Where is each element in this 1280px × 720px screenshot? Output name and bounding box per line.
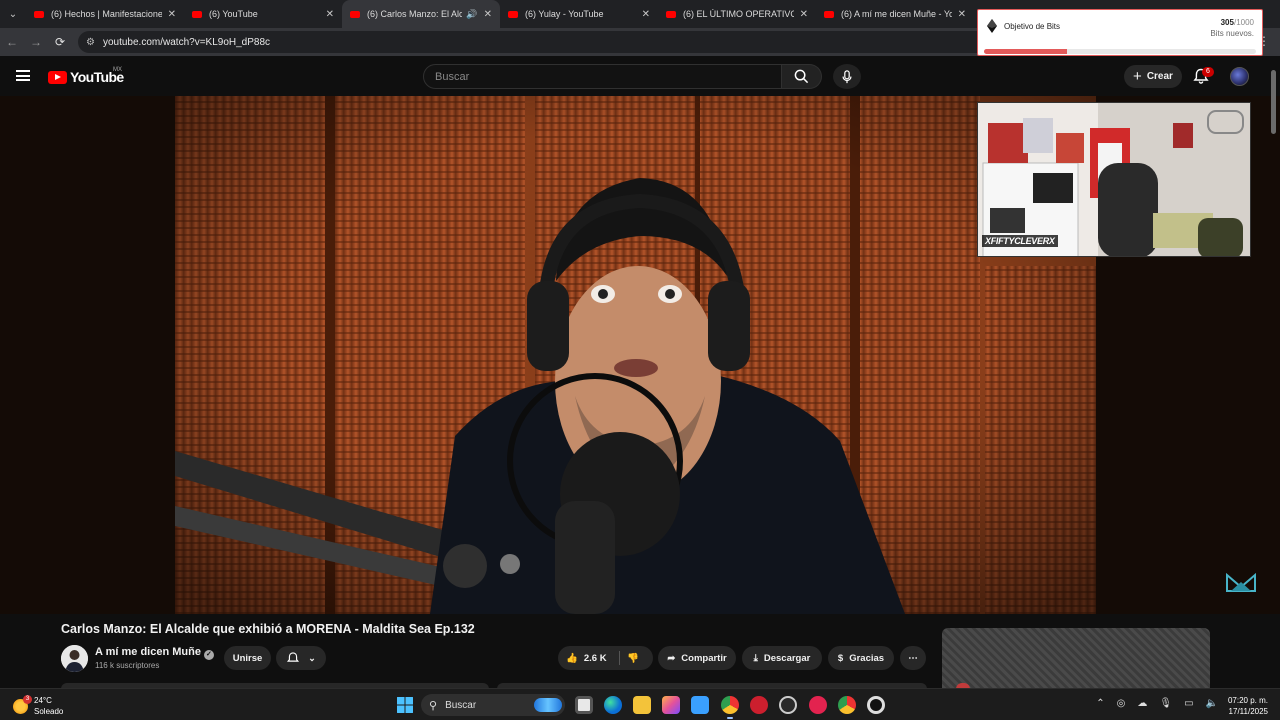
obs-tray-icon[interactable]: ◎ xyxy=(1117,698,1126,709)
chevron-down-icon: ⌄ xyxy=(308,652,316,663)
video-title: Carlos Manzo: El Alcalde que exhibió a M… xyxy=(61,622,475,636)
webcam-username-tag: XFIFTYCLEVERX xyxy=(982,235,1058,247)
sidebar-card-thumbnail[interactable] xyxy=(942,628,1210,689)
close-tab-icon[interactable]: ✕ xyxy=(958,9,966,20)
weather-badge: 3 xyxy=(23,694,32,704)
bits-progress-fill xyxy=(984,49,1067,54)
microphone-tray-icon[interactable]: 🎙 xyxy=(1159,698,1172,709)
youtube-favicon-icon xyxy=(34,10,44,18)
photo-app-icon[interactable] xyxy=(662,696,680,714)
close-tab-icon[interactable]: ✕ xyxy=(326,9,334,20)
bits-diamond-icon xyxy=(987,19,997,33)
close-tab-icon[interactable]: ✕ xyxy=(642,9,650,20)
search-highlight-icon xyxy=(534,698,562,712)
opera-icon[interactable] xyxy=(809,696,827,714)
microphone-icon xyxy=(842,69,852,83)
taskbar-search[interactable]: ⚲ Buscar xyxy=(421,694,565,716)
reload-icon[interactable]: ⟳ xyxy=(48,28,72,56)
close-tab-icon[interactable]: ✕ xyxy=(484,9,492,20)
cloud-icon[interactable]: ☁ xyxy=(1137,698,1147,709)
join-button[interactable]: Unirse xyxy=(224,646,271,670)
close-tab-icon[interactable]: ✕ xyxy=(800,9,808,20)
edge-browser-icon[interactable] xyxy=(604,696,622,714)
close-tab-icon[interactable]: ✕ xyxy=(168,9,176,20)
bits-count: 305/1000 xyxy=(1220,18,1254,27)
task-view-icon[interactable] xyxy=(575,696,593,714)
channel-name[interactable]: A mí me dicen Muñe ✓ xyxy=(95,646,214,660)
streamer-webcam-overlay: XFIFTYCLEVERX xyxy=(977,102,1251,257)
youtube-play-icon xyxy=(48,70,67,84)
chevron-up-icon[interactable]: ⌃ xyxy=(1096,698,1104,709)
weather-widget[interactable]: 3 24°C Soleado xyxy=(13,694,63,717)
notification-count-badge: 6 xyxy=(1202,67,1214,77)
dislike-thumb-icon[interactable]: 👎 xyxy=(627,653,639,664)
system-tray: ⌃ ◎ ☁ 🎙 ▭ 🔈 xyxy=(1096,698,1218,709)
forward-arrow-icon[interactable]: → xyxy=(24,28,48,56)
chrome-profile-icon[interactable] xyxy=(838,696,856,714)
more-dots-icon: ⋯ xyxy=(908,652,918,664)
create-button[interactable]: + Crear xyxy=(1124,65,1182,88)
channel-avatar[interactable] xyxy=(61,645,88,672)
plus-icon: + xyxy=(1133,68,1142,85)
browser-tab[interactable]: (6) Hechos | Manifestaciones de✕ xyxy=(26,0,184,28)
obs-studio-icon[interactable] xyxy=(867,696,885,714)
browser-tab[interactable]: (6) YouTube ✕ xyxy=(184,0,342,28)
search-icon xyxy=(794,69,809,84)
like-count[interactable]: 2.6 K xyxy=(584,653,607,664)
network-icon[interactable]: ▭ xyxy=(1184,698,1193,709)
youtube-favicon-icon xyxy=(824,10,834,18)
sun-weather-icon: 3 xyxy=(13,694,32,714)
download-button[interactable]: ⤓ Descargar xyxy=(742,646,822,670)
account-avatar[interactable] xyxy=(1230,67,1249,86)
channel-watermark-icon[interactable] xyxy=(1226,572,1256,594)
verified-check-icon: ✓ xyxy=(203,650,214,660)
site-info-icon[interactable]: ⚙ xyxy=(86,37,95,48)
page-scrollbar[interactable] xyxy=(1271,70,1276,134)
tab-search-chevron-icon[interactable]: ⌄ xyxy=(0,0,26,28)
subscriber-count: 116 k suscriptores xyxy=(95,661,160,670)
video-player[interactable]: XFIFTYCLEVERX xyxy=(0,96,1280,614)
bits-progress-bar xyxy=(984,49,1256,54)
system-clock[interactable]: 07:20 p. m. 17/11/2025 xyxy=(1228,695,1268,717)
subscription-notifications-button[interactable]: ⌄ xyxy=(276,646,326,670)
search-button[interactable] xyxy=(782,64,822,89)
youtube-header: YouTube MX Buscar + Crear xyxy=(0,56,1280,96)
youtube-favicon-icon xyxy=(192,10,202,18)
chrome-browser-icon[interactable] xyxy=(721,696,739,719)
browser-tab[interactable]: (6) Yulay - YouTube ✕ xyxy=(500,0,658,28)
like-separator xyxy=(619,651,620,665)
youtube-favicon-icon xyxy=(350,10,360,18)
tab-audio-icon[interactable]: 🔊 xyxy=(466,9,477,20)
download-icon: ⤓ xyxy=(753,652,758,664)
search-input[interactable]: Buscar xyxy=(423,64,782,89)
youtube-logo[interactable]: YouTube MX xyxy=(48,67,124,85)
super-thanks-icon: $ xyxy=(837,652,844,664)
webcam-room-image xyxy=(978,103,1250,256)
browser-tab-active[interactable]: (6) Carlos Manzo: El Alcalde🔊✕ xyxy=(342,0,500,28)
browser-tab[interactable]: (6) EL ÚLTIMO OPERATIVO DE C✕ xyxy=(658,0,816,28)
browser-tab[interactable]: (6) A mí me dicen Muñe - YouT✕ xyxy=(816,0,974,28)
windows-taskbar: 3 24°C Soleado ⚲ Buscar ⌃ ◎ ☁ 🎙 ▭ 🔈 07:20 … xyxy=(0,688,1280,720)
volume-icon[interactable]: 🔈 xyxy=(1206,698,1218,709)
share-button[interactable]: ➦ Compartir xyxy=(658,646,736,670)
like-dislike-group: 👍 2.6 K 👎 xyxy=(558,646,653,670)
url-text: youtube.com/watch?v=KL9oH_dP88c xyxy=(102,36,271,48)
bits-goal-notification: Objetivo de Bits 305/1000 Bits nuevos. xyxy=(977,9,1263,56)
thanks-button[interactable]: $ Gracias xyxy=(828,646,894,670)
store-app-icon[interactable] xyxy=(691,696,709,714)
more-actions-button[interactable]: ⋯ xyxy=(900,646,926,670)
share-arrow-icon: ➦ xyxy=(667,652,676,664)
file-explorer-icon[interactable] xyxy=(633,696,651,714)
youtube-favicon-icon xyxy=(508,10,518,18)
hamburger-menu-icon[interactable] xyxy=(16,70,30,81)
windows-start-icon[interactable] xyxy=(396,696,414,714)
search-icon: ⚲ xyxy=(429,699,438,712)
like-thumb-icon[interactable]: 👍 xyxy=(566,653,578,664)
bell-icon xyxy=(287,652,300,662)
voice-search-button[interactable] xyxy=(833,64,861,89)
red-app-icon[interactable] xyxy=(750,696,768,714)
back-arrow-icon[interactable]: ← xyxy=(0,28,24,56)
steam-icon[interactable] xyxy=(779,696,797,714)
youtube-favicon-icon xyxy=(666,10,676,18)
